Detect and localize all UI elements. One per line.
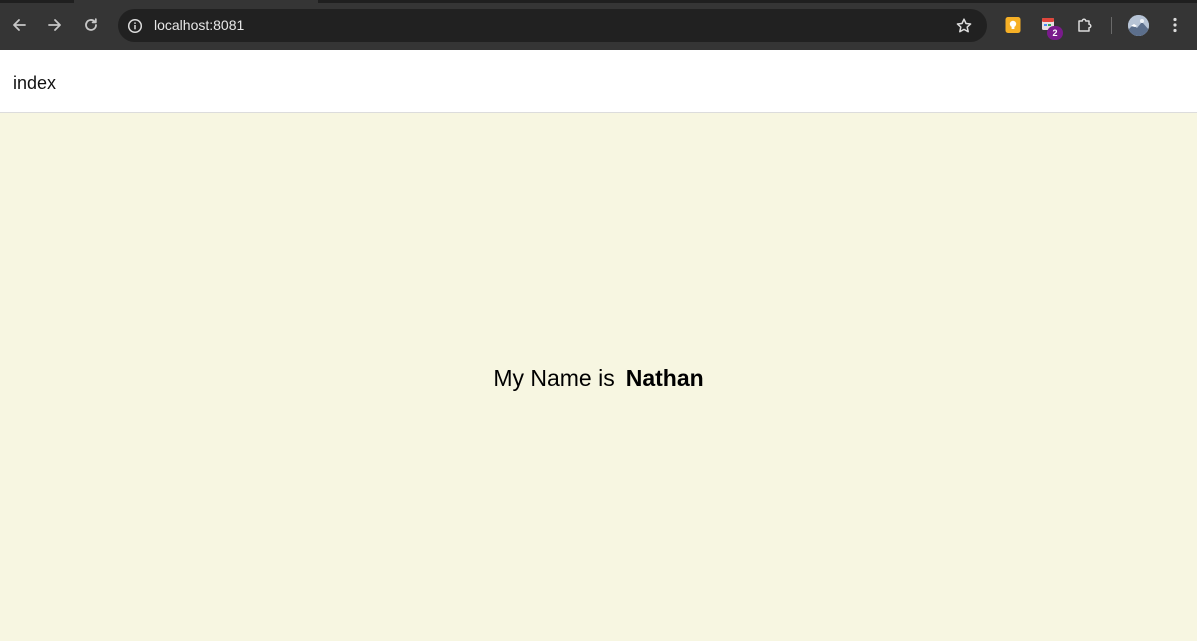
back-arrow-icon xyxy=(13,19,26,31)
star-icon xyxy=(956,18,972,33)
browser-toolbar: localhost:8081 2 xyxy=(0,0,1197,50)
avatar[interactable] xyxy=(1128,15,1149,36)
site-info-button[interactable] xyxy=(124,15,145,36)
profile-picture xyxy=(1128,15,1149,36)
toolbar-divider xyxy=(1111,17,1112,34)
browser-menu-button[interactable] xyxy=(1164,14,1186,36)
url-text[interactable]: localhost:8081 xyxy=(154,17,244,34)
app-header: index xyxy=(0,50,1197,113)
name-value: Nathan xyxy=(625,365,704,391)
keep-extension-button[interactable] xyxy=(1002,14,1024,36)
forward-arrow-icon xyxy=(48,19,61,31)
forward-button[interactable] xyxy=(41,11,69,39)
keep-notes-icon xyxy=(1005,17,1021,33)
back-button[interactable] xyxy=(5,11,33,39)
main-content: My Name is Nathan xyxy=(0,113,1197,641)
active-tab[interactable] xyxy=(74,0,318,3)
reload-button[interactable] xyxy=(77,11,105,39)
puzzle-icon xyxy=(1078,18,1092,32)
bookmark-button[interactable] xyxy=(954,16,974,36)
kebab-menu-icon xyxy=(1173,17,1177,33)
address-bar[interactable]: localhost:8081 xyxy=(118,9,987,42)
name-prefix: My Name is xyxy=(493,365,615,391)
name-line: My Name is Nathan xyxy=(0,364,1197,392)
page-viewport: index My Name is Nathan xyxy=(0,50,1197,641)
extension-badge: 2 xyxy=(1047,26,1063,40)
reload-icon xyxy=(85,18,97,31)
extensions-button[interactable] xyxy=(1074,14,1096,36)
page-title: index xyxy=(13,73,57,93)
info-icon xyxy=(127,18,142,33)
tab-strip-edge xyxy=(0,0,1197,3)
